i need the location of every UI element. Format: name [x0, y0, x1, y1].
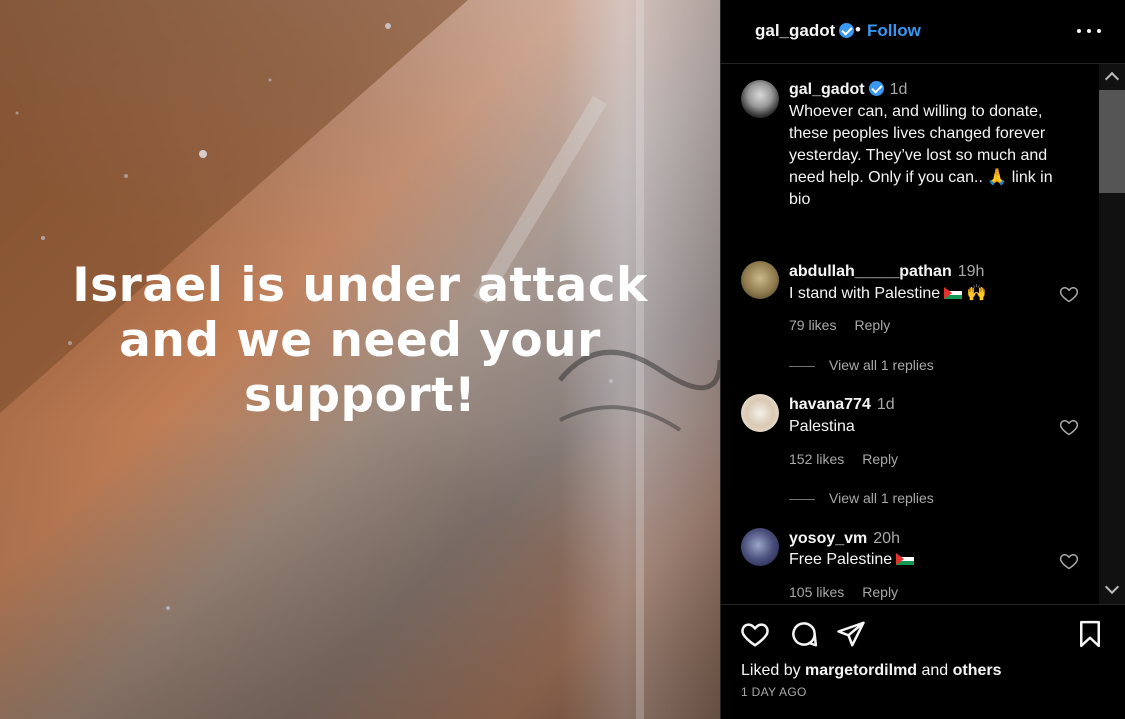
comment-likes-count[interactable]: 79 likes — [789, 317, 836, 333]
comment-text: Palestina — [789, 416, 855, 438]
comment-meta: 79 likes Reply — [789, 317, 908, 333]
comment-text: Free Palestine — [789, 549, 915, 571]
comment-like-heart-icon[interactable] — [1059, 551, 1079, 571]
view-replies-button[interactable]: View all 1 replies — [789, 357, 934, 373]
headline-line-2: and we need your — [119, 313, 601, 368]
scroll-down-arrow-icon[interactable] — [1099, 578, 1125, 600]
header-username-text[interactable]: gal_gadot — [755, 21, 835, 40]
caption-line-4: need help. Only if you can.. 🙏 link in — [789, 169, 1053, 186]
comment-meta: 105 likes Reply — [789, 584, 916, 600]
caption-username-text[interactable]: gal_gadot — [789, 81, 865, 98]
comment-username[interactable]: abdullah_____pathan 19h — [789, 263, 984, 281]
comment-likes-count[interactable]: 105 likes — [789, 584, 844, 600]
post-actions-footer: Liked by margetordilmd and others 1 DAY … — [721, 604, 1125, 719]
comment-text-content: I stand with Palestine — [789, 285, 941, 302]
liked-by-text: Liked by margetordilmd and others — [741, 662, 1002, 680]
verified-badge-icon — [868, 81, 884, 96]
raised-hands-emoji: 🙌 — [966, 285, 987, 302]
caption-line-1: Whoever can, and willing to donate, — [789, 103, 1043, 120]
comment-time: 20h — [873, 530, 900, 547]
comment-likes-count[interactable]: 152 likes — [789, 451, 844, 467]
comments-list[interactable]: gal_gadot 1d Whoever can, and willing to … — [721, 64, 1125, 604]
scrollbar-thumb[interactable] — [1099, 90, 1125, 193]
caption-time: 1d — [889, 81, 908, 98]
headline-line-1: Israel is under attack — [72, 258, 648, 313]
follow-button[interactable]: Follow — [867, 21, 921, 41]
comment-like-heart-icon[interactable] — [1059, 284, 1079, 304]
comment-like-heart-icon[interactable] — [1059, 417, 1079, 437]
caption-line-2: these peoples lives changed forever — [789, 125, 1046, 142]
caption-avatar[interactable] — [741, 80, 779, 118]
comments-scrollbar[interactable] — [1099, 64, 1125, 604]
comment-avatar[interactable] — [741, 394, 779, 432]
comment-username-text[interactable]: yosoy_vm — [789, 530, 867, 547]
comment-meta: 152 likes Reply — [789, 451, 916, 467]
comment-username-text[interactable]: abdullah_____pathan — [789, 263, 952, 280]
comment-reply-button[interactable]: Reply — [854, 317, 890, 333]
comment-username[interactable]: havana774 1d — [789, 396, 895, 414]
post-headline: Israel is under attack and we need your … — [0, 258, 720, 423]
comment-text-content: Palestina — [789, 418, 855, 435]
liked-by-others-link[interactable]: others — [953, 662, 1002, 679]
bookmark-icon[interactable] — [1075, 619, 1105, 649]
post-header: gal_gadot • Follow — [721, 0, 1125, 64]
comment-icon[interactable] — [789, 619, 819, 649]
caption-line-3: yesterday. They’ve lost so much and — [789, 147, 1048, 164]
header-username[interactable]: gal_gadot — [755, 21, 855, 41]
liked-by-user-link[interactable]: margetordilmd — [805, 662, 917, 679]
caption-text: Whoever can, and willing to donate, thes… — [789, 101, 1089, 211]
post-side-panel: gal_gadot • Follow gal_gadot 1d Whoever c… — [720, 0, 1125, 719]
caption-username[interactable]: gal_gadot 1d — [789, 81, 907, 99]
heart-icon[interactable] — [740, 619, 770, 649]
headline-line-3: support! — [243, 368, 477, 423]
scroll-up-arrow-icon[interactable] — [1099, 66, 1125, 88]
liked-by-and: and — [917, 662, 953, 679]
comment-reply-button[interactable]: Reply — [862, 451, 898, 467]
palestine-flag-icon — [944, 287, 963, 299]
liked-by-prefix: Liked by — [741, 662, 806, 679]
comment-reply-button[interactable]: Reply — [862, 584, 898, 600]
comment-username-text[interactable]: havana774 — [789, 396, 871, 413]
post-image[interactable]: Israel is under attack and we need your … — [0, 0, 720, 719]
post-timestamp[interactable]: 1 DAY AGO — [741, 685, 807, 699]
comment-avatar[interactable] — [741, 528, 779, 566]
palestine-flag-icon — [896, 553, 915, 565]
comment-text-content: Free Palestine — [789, 551, 893, 568]
view-replies-button[interactable]: View all 1 replies — [789, 490, 934, 506]
comment-username[interactable]: yosoy_vm 20h — [789, 530, 900, 548]
more-options-icon[interactable] — [1077, 18, 1101, 42]
share-icon[interactable] — [836, 619, 866, 649]
comment-time: 19h — [957, 263, 985, 280]
comment-avatar[interactable] — [741, 261, 779, 299]
comment-text: I stand with Palestine 🙌 — [789, 283, 987, 305]
verified-badge-icon — [839, 23, 855, 38]
comment-time: 1d — [876, 396, 895, 413]
caption-line-5: bio — [789, 191, 811, 208]
header-separator: • — [855, 20, 861, 39]
